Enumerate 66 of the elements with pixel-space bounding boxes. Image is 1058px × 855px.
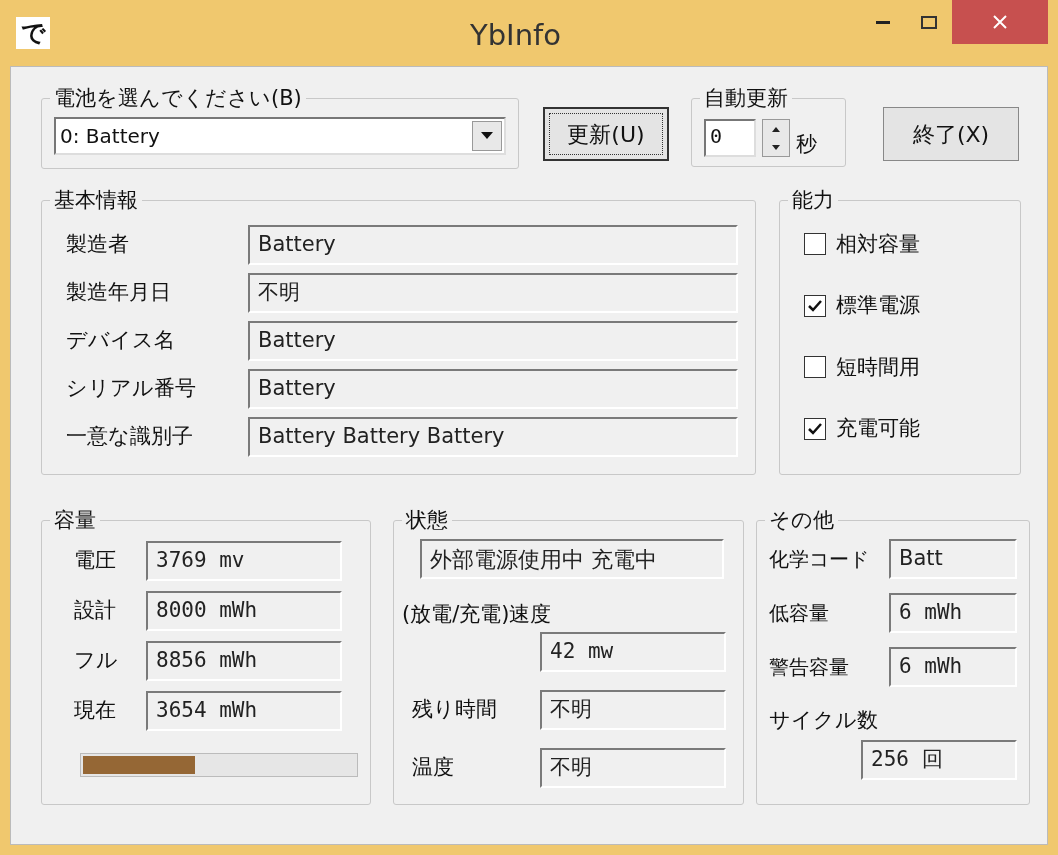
status-field: 外部電源使用中 充電中 [420, 538, 724, 579]
field-label: 製造年月日 [66, 278, 172, 306]
down-arrow-icon [772, 144, 780, 150]
readonly-field: 6 mWh [889, 592, 1017, 633]
group-title: 状態 [405, 507, 449, 534]
field-label: シリアル番号 [66, 374, 197, 402]
checkbox[interactable] [804, 417, 826, 440]
readonly-field: Battery [248, 368, 738, 409]
unit-label: 秒 [796, 130, 817, 158]
checkmark-icon [808, 422, 822, 435]
field-label: 警告容量 [769, 653, 849, 681]
field-label: フル [74, 646, 119, 674]
checkbox-label: 相対容量 [836, 230, 920, 258]
readonly-field: 8856 mWh [146, 640, 342, 681]
up-arrow-icon [772, 126, 780, 132]
app-icon: で [16, 17, 50, 49]
caret-icon [481, 132, 493, 139]
dropdown-arrow-button[interactable] [472, 120, 502, 151]
readonly-field: 3769 mv [146, 540, 342, 581]
update-button[interactable]: 更新(U) [543, 107, 669, 161]
field-label: 化学コード [769, 545, 869, 573]
group-title: 容量 [53, 507, 97, 534]
window-title: YbInfo [470, 17, 561, 54]
battery-dropdown[interactable]: 0: Battery [54, 116, 506, 155]
readonly-field: 256 回 [861, 740, 1017, 780]
checkbox-label: 充電可能 [836, 415, 920, 442]
checkbox[interactable] [804, 233, 826, 256]
readonly-field: 不明 [248, 272, 738, 313]
interval-input[interactable]: 0 [704, 119, 756, 158]
group-title: 能力 [791, 187, 835, 214]
field-label: サイクル数 [769, 706, 879, 734]
group-title: 自動更新 [703, 85, 789, 112]
close-icon [993, 15, 1007, 29]
checkbox[interactable] [804, 356, 826, 379]
field-label: 電圧 [74, 546, 117, 574]
dropdown-value: 0: Battery [60, 122, 161, 150]
readonly-field: 不明 [540, 690, 726, 730]
readonly-field: 3654 mWh [146, 690, 342, 731]
minimize-icon [876, 20, 890, 24]
group-title: 電池を選んでください(B) [53, 85, 303, 112]
field-label: デバイス名 [66, 326, 176, 354]
readonly-field: 42 mw [540, 632, 726, 672]
field-label: 低容量 [769, 599, 829, 627]
maximize-icon [921, 15, 937, 29]
field-label: 一意な識別子 [66, 422, 194, 450]
field-label: 設計 [74, 596, 117, 624]
group-title: 基本情報 [53, 187, 139, 214]
checkbox[interactable] [804, 294, 826, 317]
readonly-field: 8000 mWh [146, 590, 342, 631]
spin-button[interactable] [762, 119, 790, 158]
readonly-field: Battery [248, 224, 738, 265]
field-label: 製造者 [66, 230, 130, 258]
field-label: 現在 [74, 696, 117, 724]
readonly-field: 6 mWh [889, 646, 1017, 687]
field-label: (放電/充電)速度 [402, 600, 553, 628]
readonly-field: 不明 [540, 748, 726, 788]
field-label: 残り時間 [411, 696, 498, 724]
readonly-field: Battery [248, 320, 738, 361]
readonly-field: Battery Battery Battery [248, 416, 738, 457]
field-label: 温度 [411, 754, 455, 782]
checkbox-label: 標準電源 [836, 292, 920, 319]
readonly-field: Batt [889, 538, 1017, 579]
checkmark-icon [808, 299, 822, 312]
group-title: その他 [768, 507, 835, 534]
exit-button[interactable]: 終了(X) [883, 107, 1019, 161]
checkbox-label: 短時間用 [836, 353, 920, 381]
